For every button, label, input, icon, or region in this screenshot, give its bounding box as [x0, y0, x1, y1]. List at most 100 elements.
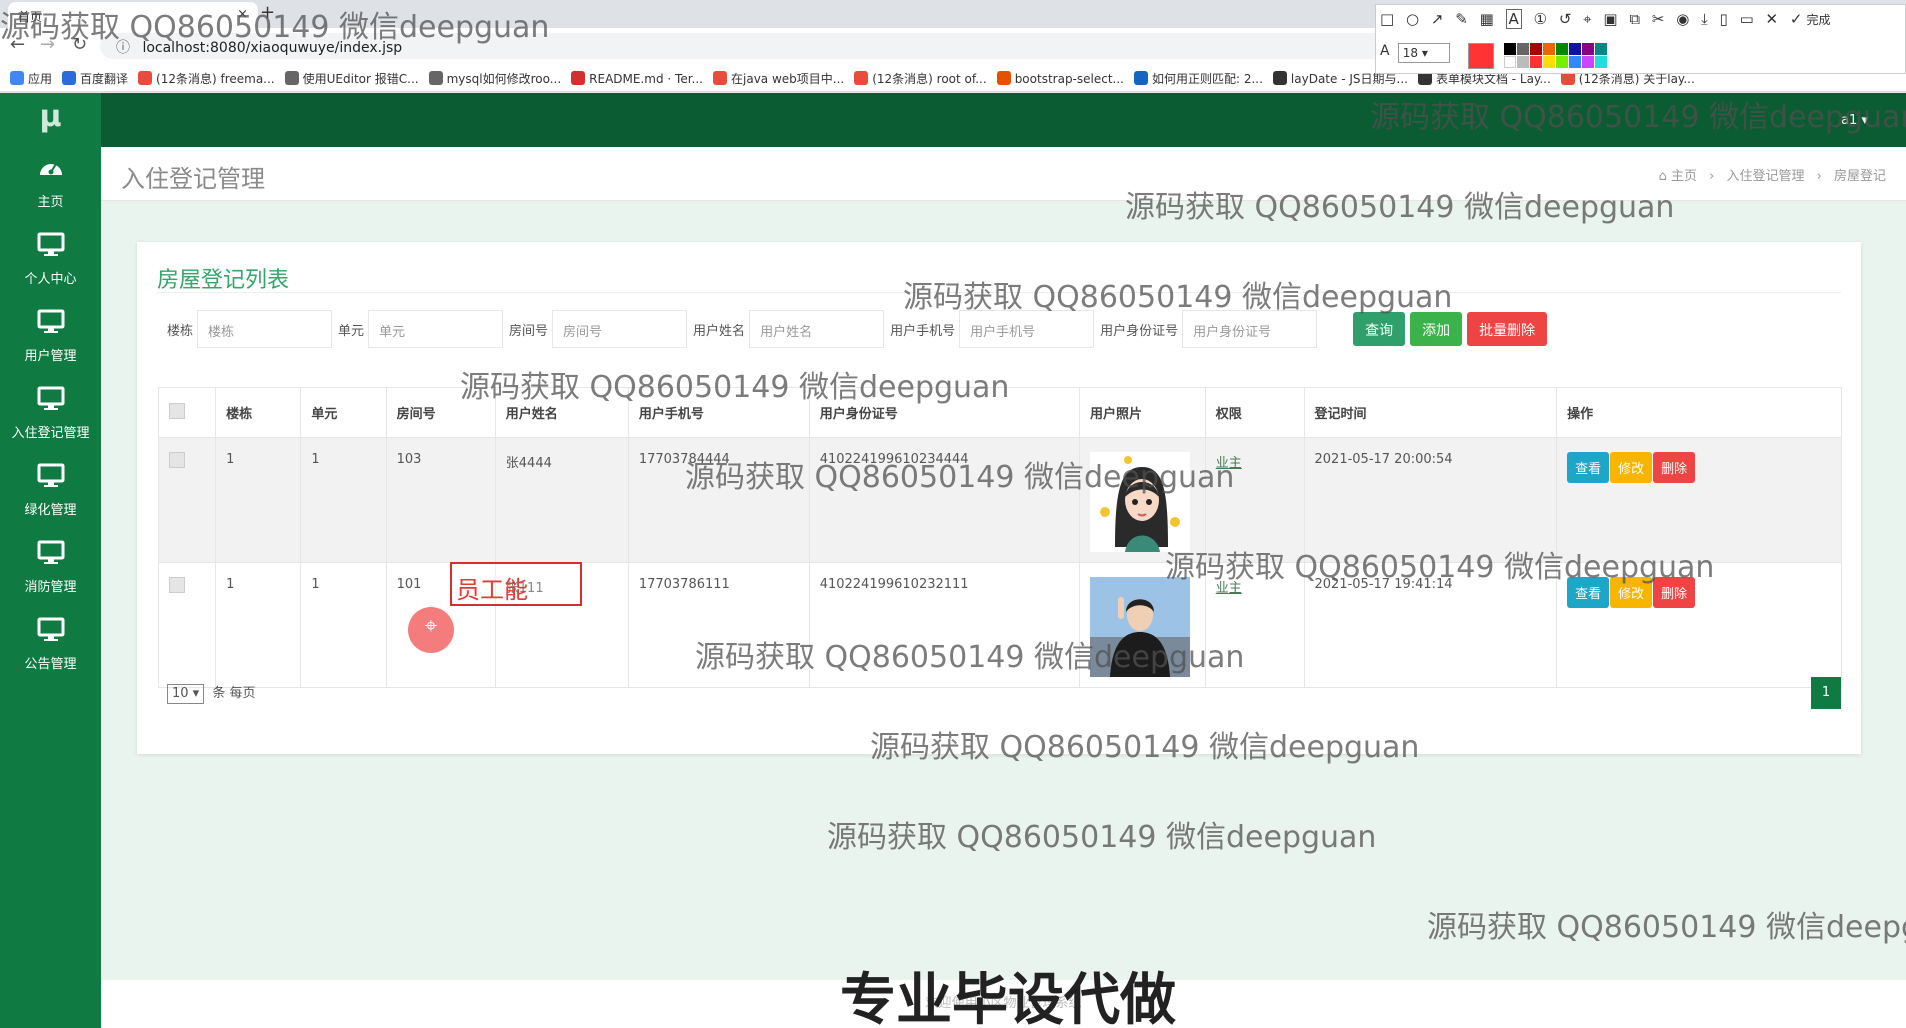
bookmark-label: mysql如何修改roo... [446, 72, 562, 86]
app-logo: μ [39, 99, 62, 134]
row-checkbox[interactable] [169, 452, 185, 468]
delete-button[interactable]: 删除 [1653, 452, 1696, 483]
bookmark-item[interactable]: 在java web项目中... [713, 70, 844, 87]
bookmark-item[interactable]: 使用UEditor 报错C... [284, 70, 419, 87]
list-card: 房屋登记列表 楼栋 楼栋 单元 单元 房间号 房间号 用户姓名 用户姓名 用户手机号 用户手机号用… [137, 242, 1861, 754]
filter-input[interactable]: 楼栋 [197, 310, 333, 348]
done-button[interactable]: ✓ 完成 [1790, 10, 1838, 28]
sidebar-item[interactable]: 用户管理 [0, 301, 101, 378]
list-title: 房屋登记列表 [157, 268, 290, 293]
bookmark-favicon-icon [428, 71, 443, 85]
sidebar-item-label: 消防管理 [24, 580, 77, 595]
phone-icon[interactable]: ▯ [1720, 10, 1728, 28]
edit-button[interactable]: 修改 [1610, 452, 1653, 483]
bookmark-label: 使用UEditor 报错C... [302, 72, 419, 86]
text-annotation-box[interactable]: 员工能 [450, 562, 582, 606]
sidebar-item[interactable]: 公告管理 [0, 609, 101, 686]
sidebar: μ 主页个人中心用户管理入住登记管理 绿化管理消防管理公告管理 [0, 93, 101, 1028]
bookmark-label: (12条消息) root of... [872, 72, 987, 86]
bookmark-item[interactable]: (12条消息) root of... [854, 70, 987, 87]
row-checkbox[interactable] [169, 577, 185, 593]
select-all-checkbox[interactable] [169, 402, 185, 419]
mosaic-tool-icon[interactable]: ▦ [1480, 10, 1494, 28]
cursor-crosshair-icon: ⌖ [408, 607, 454, 653]
text-tool-icon[interactable]: A [1505, 9, 1522, 29]
column-header: 用户照片 [1078, 387, 1206, 438]
watermark: 源码获取 QQ86050149 微信deepguan [685, 460, 1235, 495]
filter-label: 楼栋 [167, 323, 194, 339]
watermark: 源码获取 QQ86050149 微信deepguan [1165, 550, 1715, 585]
watermark: 源码获取 QQ86050149 微信deepguan [0, 10, 550, 45]
pin-icon[interactable]: ⌖ [1583, 10, 1591, 28]
ocr-icon[interactable]: ▣ [1603, 10, 1617, 28]
monitor-icon [0, 617, 101, 647]
download-icon[interactable]: ⤓ [1701, 10, 1708, 28]
page-size-select[interactable]: 10 ▾ [167, 684, 205, 704]
font-size-select[interactable]: 18 ▾ [1397, 43, 1450, 63]
column-header: 权限 [1204, 387, 1305, 438]
filter-input[interactable]: 用户姓名 [749, 310, 885, 348]
page-title: 入住登记管理 [121, 165, 265, 193]
column-header: 操作 [1556, 387, 1842, 438]
bookmark-item[interactable]: 百度翻译 [62, 70, 128, 87]
color-palette[interactable] [1504, 43, 1607, 68]
batch-delete-button[interactable]: 批量删除 [1467, 312, 1548, 346]
rectangle-tool-icon[interactable]: □ [1380, 10, 1394, 28]
breadcrumb-home[interactable]: 主页 [1671, 169, 1697, 184]
save-icon[interactable]: ▭ [1740, 10, 1754, 28]
sidebar-item-label: 个人中心 [24, 272, 77, 287]
bookmark-item[interactable]: mysql如何修改roo... [428, 70, 562, 87]
dashboard-icon [0, 155, 101, 185]
pin-to-screen-icon[interactable]: ✂ [1652, 10, 1665, 28]
select-all-cell [157, 387, 217, 438]
pen-tool-icon[interactable]: ✎ [1455, 10, 1468, 28]
view-button[interactable]: 查看 [1567, 452, 1610, 483]
page-size-control: 10 ▾ 条 每页 [167, 682, 256, 704]
watermark: 源码获取 QQ86050149 微信deepguan [1427, 910, 1906, 945]
page-size-suffix: 条 每页 [212, 686, 256, 701]
bookmark-label: README.md · Ter... [589, 72, 703, 86]
breadcrumb-current: 房屋登记 [1833, 169, 1886, 184]
bookmark-item[interactable]: bootstrap-select... [996, 71, 1124, 86]
sidebar-item[interactable]: 个人中心 [0, 224, 101, 301]
filter-label: 用户手机号 [890, 323, 956, 339]
close-annotation-icon[interactable]: ✕ [1766, 10, 1779, 28]
bookmark-item[interactable]: README.md · Ter... [571, 71, 703, 86]
font-size-icon: A [1380, 43, 1390, 59]
breadcrumb: ⌂ 主页 › 入住登记管理 › 房屋登记 [1658, 169, 1886, 184]
promo-banner: 专业毕设代做 [840, 968, 1176, 1028]
add-button[interactable]: 添加 [1410, 312, 1463, 346]
building-cell: 1 [215, 562, 302, 688]
bookmark-item[interactable]: (12条消息) freema... [138, 70, 275, 87]
bookmark-label: (12条消息) 关于lay... [1578, 72, 1695, 86]
translate-icon[interactable]: ⧉ [1629, 10, 1640, 28]
sidebar-item-label: 绿化管理 [24, 503, 77, 518]
query-button[interactable]: 查询 [1353, 312, 1406, 346]
arrow-tool-icon[interactable]: ↗ [1431, 10, 1444, 28]
monitor-icon [0, 463, 101, 493]
building-cell: 1 [215, 437, 302, 563]
filter-input[interactable]: 单元 [368, 310, 504, 348]
filter-label: 房间号 [509, 323, 549, 339]
page-button-1[interactable]: 1 [1811, 677, 1841, 709]
ellipse-tool-icon[interactable]: ○ [1406, 10, 1419, 28]
bookmark-favicon-icon [571, 71, 586, 85]
sidebar-item[interactable]: 主页 [0, 147, 101, 224]
watermark: 源码获取 QQ86050149 微信deepguan [870, 730, 1420, 765]
sidebar-item-label: 入住登记管理 [11, 426, 90, 441]
bookmark-item[interactable]: 如何用正则匹配: 2... [1133, 70, 1263, 87]
bookmark-label: 如何用正则匹配: 2... [1151, 72, 1263, 86]
breadcrumb-checkin[interactable]: 入住登记管理 [1726, 169, 1804, 184]
sidebar-item[interactable]: 绿化管理 [0, 455, 101, 532]
sidebar-item[interactable]: 消防管理 [0, 532, 101, 609]
record-icon[interactable]: ◉ [1676, 10, 1689, 28]
sidebar-item-label: 公告管理 [24, 657, 77, 672]
monitor-icon [0, 309, 101, 339]
sidebar-item[interactable]: 入住登记管理 [0, 378, 101, 455]
active-color-swatch[interactable] [1467, 43, 1494, 69]
bookmark-item[interactable]: 应用 [10, 70, 52, 87]
number-tool-icon[interactable]: ① [1534, 10, 1547, 28]
bookmark-favicon-icon [996, 71, 1011, 85]
filter-input[interactable]: 房间号 [552, 310, 688, 348]
undo-icon[interactable]: ↺ [1559, 10, 1572, 28]
